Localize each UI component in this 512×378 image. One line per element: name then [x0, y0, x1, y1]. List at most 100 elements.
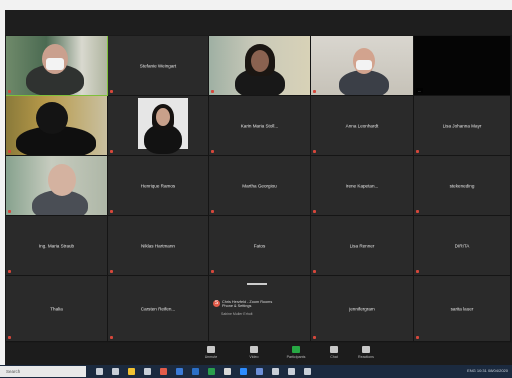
video-label: Video: [249, 355, 259, 359]
participant-video: [138, 98, 188, 154]
muted-mic-icon: [110, 150, 113, 153]
participant-video: [6, 36, 107, 95]
chat-button[interactable]: Chat: [321, 346, 347, 363]
participant-tile[interactable]: DIRITA: [414, 216, 511, 276]
participant-tile[interactable]: Fatos: [209, 216, 311, 276]
office-icon[interactable]: [160, 368, 167, 375]
system-tray[interactable]: ENG 10:31 08/04/2020: [467, 368, 508, 373]
reactions-label: Reactions: [358, 355, 374, 359]
presenter-lines: Chris Herzfeld - Zoom Rooms Phone & Sett…: [222, 300, 272, 309]
muted-mic-icon: [110, 270, 113, 273]
reactions-button[interactable]: Reactions: [353, 346, 379, 363]
participant-name: Anna Leonhardt: [345, 123, 379, 128]
presenter-tile[interactable]: S Chris Herzfeld - Zoom Rooms Phone & Se…: [209, 276, 311, 342]
store-icon[interactable]: [144, 368, 151, 375]
participant-name: jennifergram: [349, 306, 375, 311]
participant-tile[interactable]: Martha Georgiou: [209, 156, 311, 216]
muted-mic-icon: [313, 270, 316, 273]
participant-tile[interactable]: Henrique Ramos: [108, 156, 209, 216]
participant-tile[interactable]: jennifergram: [311, 276, 414, 342]
participant-name: Lisa Renner: [349, 243, 375, 248]
presenter-info: S Chris Herzfeld - Zoom Rooms Phone & Se…: [213, 300, 272, 309]
muted-mic-icon: [211, 210, 214, 213]
muted-mic-icon: [110, 210, 113, 213]
participant-tile[interactable]: Lisa Johanna Mayr: [414, 96, 511, 156]
participant-name: Karin Maria Stoll...: [240, 123, 279, 128]
muted-mic-icon: [211, 150, 214, 153]
participant-name: Fatos: [253, 243, 266, 248]
muted-mic-icon: [8, 90, 11, 93]
participant-tile[interactable]: ...: [414, 36, 511, 96]
muted-mic-icon: [110, 336, 113, 339]
muted-mic-icon: [8, 270, 11, 273]
participant-tile[interactable]: Thalia: [6, 276, 108, 342]
task-view-icon[interactable]: [96, 368, 103, 375]
word-icon[interactable]: [192, 368, 199, 375]
muted-mic-icon: [211, 270, 214, 273]
app-icon[interactable]: [288, 368, 295, 375]
taskbar-search-input[interactable]: Search: [0, 366, 86, 377]
participant-video: [6, 96, 107, 155]
video-button[interactable]: Video: [241, 346, 267, 363]
unmute-label: Unmute: [204, 355, 218, 359]
participant-name: sarita lauer: [450, 306, 474, 311]
participant-tile[interactable]: Irene Kapetan...: [311, 156, 414, 216]
muted-mic-icon: [416, 270, 419, 273]
participant-tile[interactable]: Ing. Maria Straub: [6, 216, 108, 276]
participant-tile[interactable]: Karin Maria Stoll...: [209, 96, 311, 156]
participant-tile[interactable]: Anna Leonhardt: [311, 96, 414, 156]
participant-name: Henrique Ramos: [140, 183, 176, 188]
participant-name: Thalia: [50, 306, 63, 311]
unmute-button[interactable]: Unmute: [198, 346, 224, 363]
participant-tile[interactable]: [6, 96, 108, 156]
muted-mic-icon: [416, 336, 419, 339]
participant-tile[interactable]: Lisa Renner: [311, 216, 414, 276]
video-camera-icon: [250, 346, 258, 353]
presenter-subtitle: Sabine Muller Erholt: [221, 312, 253, 316]
muted-mic-icon: [8, 336, 11, 339]
participant-tile[interactable]: [108, 96, 209, 156]
participant-tile[interactable]: Stefanie Weingart: [108, 36, 209, 96]
participant-tile[interactable]: stekeneding: [414, 156, 511, 216]
microphone-icon: [207, 346, 215, 353]
meeting-controls-bar: Unmute Video Participants Chat Reactions: [5, 343, 512, 365]
participant-tile[interactable]: Niklas Hartmann: [108, 216, 209, 276]
outlook-icon[interactable]: [176, 368, 183, 375]
participant-tile[interactable]: [6, 156, 108, 216]
participant-video: [209, 36, 310, 95]
muted-mic-icon: [313, 150, 316, 153]
muted-mic-icon: [313, 90, 316, 93]
participant-video: [311, 36, 413, 95]
participant-name: Carsten Reifen...: [140, 306, 176, 311]
participant-name: stekeneding: [449, 183, 475, 188]
participant-tile[interactable]: [6, 36, 108, 96]
participant-tile[interactable]: [311, 36, 414, 96]
app-icon[interactable]: [304, 368, 311, 375]
presenter-top-bar: [247, 283, 267, 285]
teams-icon[interactable]: [256, 368, 263, 375]
participant-tile[interactable]: [209, 36, 311, 96]
edge-icon[interactable]: [112, 368, 119, 375]
muted-mic-icon: [211, 90, 214, 93]
muted-mic-icon: [416, 150, 419, 153]
app-icon[interactable]: [272, 368, 279, 375]
muted-mic-icon: [313, 210, 316, 213]
participant-name: DIRITA: [454, 243, 470, 248]
presenter-line-2: Phone & Settings: [222, 304, 252, 309]
onenote-icon[interactable]: [224, 368, 231, 375]
muted-mic-icon: [416, 210, 419, 213]
participant-name: Irene Kapetan...: [345, 183, 379, 188]
participant-tile[interactable]: sarita lauer: [414, 276, 511, 342]
participant-name: Niklas Hartmann: [141, 243, 175, 248]
participants-button[interactable]: Participants: [283, 346, 309, 363]
presenter-avatar-icon: S: [213, 300, 220, 307]
participant-name: Lisa Johanna Mayr: [442, 123, 482, 128]
meeting-window: Stefanie Weingart ... Karin Maria Stoll.…: [5, 10, 512, 365]
participant-tile[interactable]: Carsten Reifen...: [108, 276, 209, 342]
top-strip: [5, 10, 512, 35]
chat-icon: [330, 346, 338, 353]
zoom-icon[interactable]: [240, 368, 247, 375]
file-explorer-icon[interactable]: [128, 368, 135, 375]
muted-mic-icon: [313, 336, 316, 339]
excel-icon[interactable]: [208, 368, 215, 375]
